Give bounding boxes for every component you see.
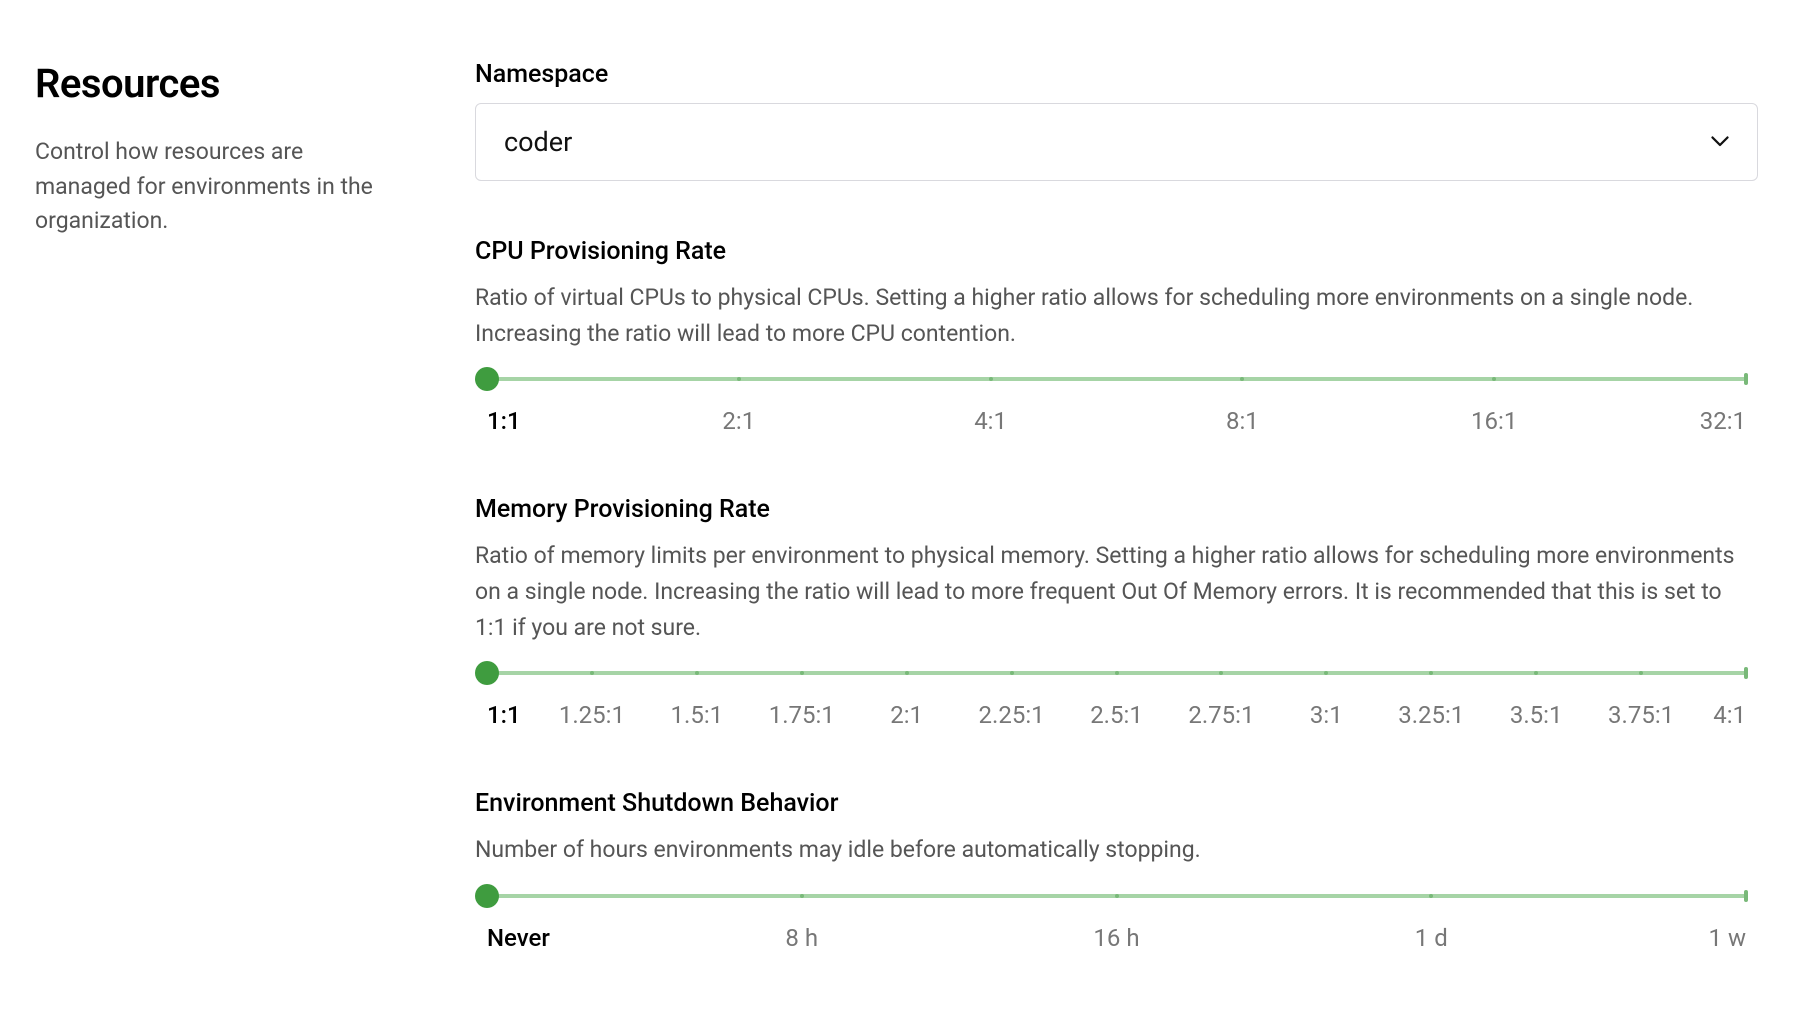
shutdown-slider-labels: Never 8 h 16 h 1 d 1 w bbox=[487, 924, 1746, 956]
chevron-down-icon bbox=[1711, 133, 1729, 151]
shutdown-slider-tick bbox=[1744, 890, 1748, 902]
shutdown-slider-option[interactable]: 8 h bbox=[785, 924, 818, 952]
cpu-slider-option[interactable]: 8:1 bbox=[1226, 407, 1259, 435]
shutdown-slider-option[interactable]: 16 h bbox=[1093, 924, 1139, 952]
memory-slider-option[interactable]: 3.25:1 bbox=[1398, 701, 1464, 729]
cpu-rate-field: CPU Provisioning Rate Ratio of virtual C… bbox=[475, 237, 1758, 439]
memory-slider-option[interactable]: 4:1 bbox=[1713, 701, 1746, 729]
memory-rate-slider[interactable]: 1:1 1.25:1 1.5:1 1.75:1 2:1 2.25:1 2.5:1 2.75:1… bbox=[475, 671, 1758, 733]
cpu-slider-thumb[interactable] bbox=[475, 367, 499, 391]
memory-slider-thumb[interactable] bbox=[475, 661, 499, 685]
memory-slider-track[interactable] bbox=[487, 671, 1746, 675]
shutdown-description: Number of hours environments may idle be… bbox=[475, 832, 1758, 868]
memory-slider-tick bbox=[905, 671, 909, 675]
cpu-slider-tick bbox=[1744, 373, 1748, 385]
cpu-slider-option[interactable]: 1:1 bbox=[487, 407, 521, 435]
cpu-slider-option[interactable]: 2:1 bbox=[722, 407, 755, 435]
shutdown-slider[interactable]: Never 8 h 16 h 1 d 1 w bbox=[475, 894, 1758, 956]
shutdown-slider-track[interactable] bbox=[487, 894, 1746, 898]
cpu-slider-tick bbox=[1240, 377, 1244, 381]
cpu-rate-label: CPU Provisioning Rate bbox=[475, 237, 1758, 266]
namespace-select[interactable]: coder bbox=[475, 103, 1758, 181]
namespace-field: Namespace coder bbox=[475, 60, 1758, 181]
memory-slider-labels: 1:1 1.25:1 1.5:1 1.75:1 2:1 2.25:1 2.5:1 2.75:1… bbox=[487, 701, 1746, 733]
memory-rate-field: Memory Provisioning Rate Ratio of memory… bbox=[475, 495, 1758, 733]
memory-rate-label: Memory Provisioning Rate bbox=[475, 495, 1758, 524]
shutdown-slider-tick bbox=[1429, 894, 1433, 898]
shutdown-slider-option[interactable]: Never bbox=[487, 924, 550, 952]
sidebar: Resources Control how resources are mana… bbox=[35, 60, 445, 956]
shutdown-slider-tick bbox=[800, 894, 804, 898]
cpu-slider-option[interactable]: 32:1 bbox=[1700, 407, 1746, 435]
cpu-rate-description: Ratio of virtual CPUs to physical CPUs. … bbox=[475, 280, 1758, 351]
memory-slider-tick bbox=[1744, 667, 1748, 679]
cpu-slider-option[interactable]: 16:1 bbox=[1471, 407, 1517, 435]
memory-slider-tick bbox=[1534, 671, 1538, 675]
shutdown-field: Environment Shutdown Behavior Number of … bbox=[475, 789, 1758, 956]
memory-slider-option[interactable]: 1.75:1 bbox=[769, 701, 835, 729]
memory-slider-option[interactable]: 2.5:1 bbox=[1090, 701, 1143, 729]
cpu-slider-tick bbox=[989, 377, 993, 381]
memory-slider-tick bbox=[590, 671, 594, 675]
memory-slider-tick bbox=[800, 671, 804, 675]
shutdown-slider-option[interactable]: 1 w bbox=[1709, 924, 1746, 952]
cpu-slider-track[interactable] bbox=[487, 377, 1746, 381]
namespace-label: Namespace bbox=[475, 60, 1758, 89]
memory-slider-option[interactable]: 2:1 bbox=[890, 701, 923, 729]
cpu-slider-tick bbox=[737, 377, 741, 381]
shutdown-slider-option[interactable]: 1 d bbox=[1415, 924, 1448, 952]
memory-rate-description: Ratio of memory limits per environment t… bbox=[475, 538, 1758, 645]
memory-slider-option[interactable]: 3.75:1 bbox=[1608, 701, 1674, 729]
page-description: Control how resources are managed for en… bbox=[35, 135, 385, 239]
memory-slider-tick bbox=[1324, 671, 1328, 675]
memory-slider-tick bbox=[1010, 671, 1014, 675]
memory-slider-tick bbox=[695, 671, 699, 675]
cpu-slider-labels: 1:1 2:1 4:1 8:1 16:1 32:1 bbox=[487, 407, 1746, 439]
memory-slider-option[interactable]: 1:1 bbox=[487, 701, 521, 729]
shutdown-slider-thumb[interactable] bbox=[475, 884, 499, 908]
memory-slider-tick bbox=[1219, 671, 1223, 675]
shutdown-label: Environment Shutdown Behavior bbox=[475, 789, 1758, 818]
settings-form: Namespace coder CPU Provisioning Rate Ra… bbox=[445, 60, 1758, 956]
cpu-slider-option[interactable]: 4:1 bbox=[974, 407, 1007, 435]
memory-slider-option[interactable]: 3:1 bbox=[1310, 701, 1343, 729]
memory-slider-tick bbox=[1115, 671, 1119, 675]
memory-slider-option[interactable]: 2.25:1 bbox=[979, 701, 1045, 729]
memory-slider-tick bbox=[1639, 671, 1643, 675]
cpu-rate-slider[interactable]: 1:1 2:1 4:1 8:1 16:1 32:1 bbox=[475, 377, 1758, 439]
namespace-value: coder bbox=[504, 126, 572, 158]
memory-slider-option[interactable]: 1.25:1 bbox=[559, 701, 625, 729]
page-title: Resources bbox=[35, 60, 385, 107]
shutdown-slider-tick bbox=[1115, 894, 1119, 898]
memory-slider-option[interactable]: 3.5:1 bbox=[1510, 701, 1563, 729]
cpu-slider-tick bbox=[1492, 377, 1496, 381]
memory-slider-option[interactable]: 1.5:1 bbox=[671, 701, 724, 729]
memory-slider-tick bbox=[1429, 671, 1433, 675]
memory-slider-option[interactable]: 2.75:1 bbox=[1188, 701, 1254, 729]
